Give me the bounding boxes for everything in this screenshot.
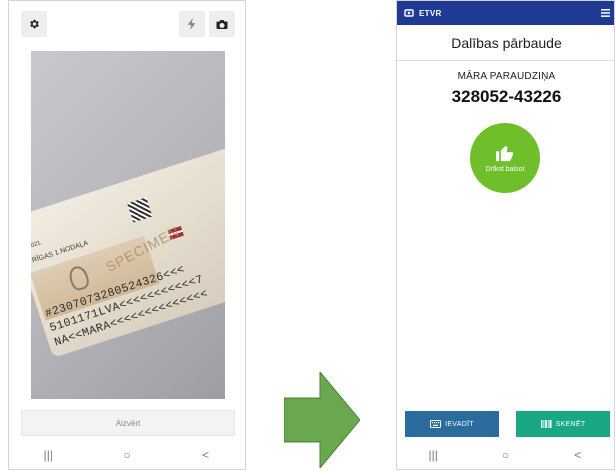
android-navbar: ||| ○ < [397,441,614,469]
camera-scan-screen: 2021. RĪGAS 1.NODAĻA SPECIMEN #230707328… [8,0,246,470]
enter-button[interactable]: IEVADĪT [405,411,499,437]
verification-screen: ETVR Dalības pārbaude MĀRA PARAUDZIŅA 32… [396,0,615,470]
voter-name: MĀRA PARAUDZIŅA [457,71,556,82]
camera-toolbar [9,1,247,47]
back-button[interactable]: < [563,448,593,462]
app-title: ETVR [419,8,442,18]
menu-icon[interactable] [596,9,610,17]
recents-button[interactable]: ||| [418,448,448,462]
recents-button[interactable]: ||| [33,448,63,462]
home-button[interactable]: ○ [490,448,520,462]
flash-icon [187,18,196,30]
thumbs-up-icon [496,145,514,161]
enter-button-label: IEVADĪT [445,420,474,428]
android-navbar: ||| ○ < [9,441,245,469]
card-qr-seal [127,197,153,223]
back-button[interactable]: < [191,448,221,462]
app-bar: ETVR [397,1,614,25]
camera-preview: 2021. RĪGAS 1.NODAĻA SPECIMEN #230707328… [31,51,225,399]
scan-button[interactable]: SKENĒT [516,411,610,437]
right-arrow-icon [284,372,360,468]
barcode-icon [540,420,552,428]
close-button[interactable]: Aizvērt [21,410,235,436]
app-logo-icon [403,7,415,19]
card-date: 2021. [31,239,44,251]
scan-button-label: SKENĒT [555,420,586,428]
status-label: Drīkst balsot [485,165,525,173]
home-button[interactable]: ○ [112,448,142,462]
status-badge: Drīkst balsot [470,123,540,193]
keyboard-icon [430,420,442,428]
id-card-image: 2021. RĪGAS 1.NODAĻA SPECIMEN #230707328… [31,146,225,358]
camera-button[interactable] [209,11,235,37]
page-title: Dalības pārbaude [397,25,614,61]
flash-button[interactable] [179,11,205,37]
settings-button[interactable] [21,11,47,37]
camera-icon [216,19,228,29]
gear-icon [30,19,39,29]
voter-id: 328052-43226 [451,87,562,106]
